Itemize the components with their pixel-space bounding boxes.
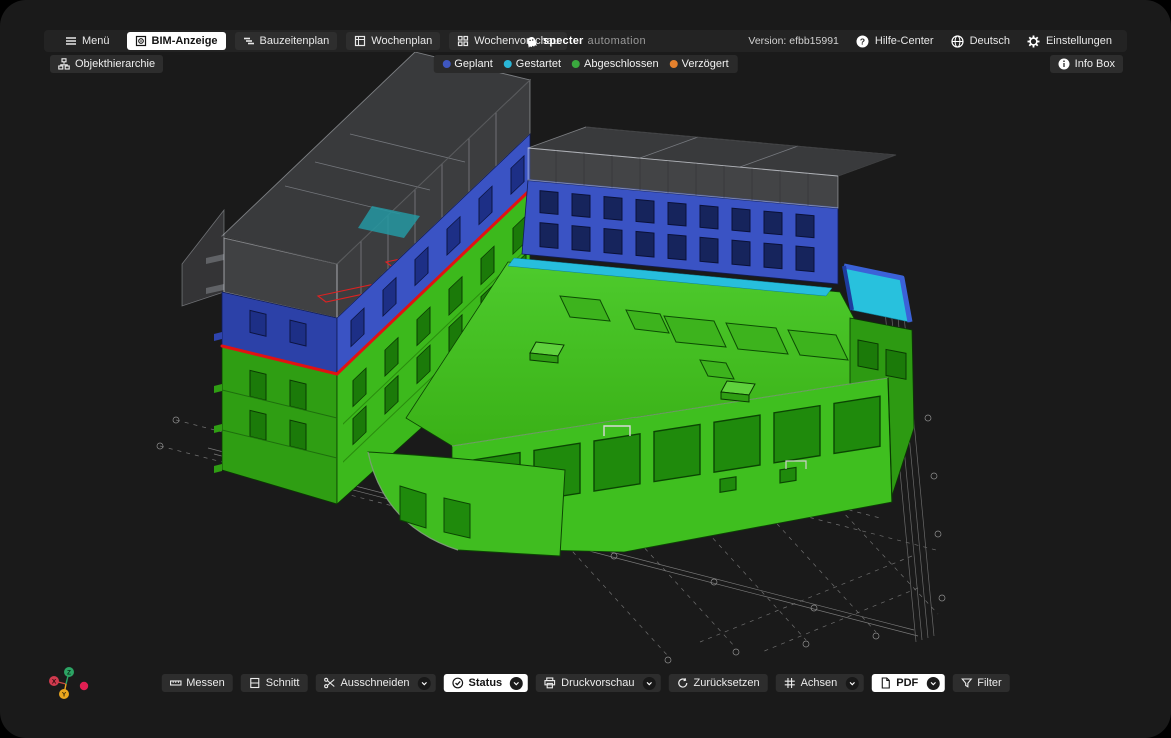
status-check-icon [452, 677, 464, 689]
measure-button[interactable]: Messen [161, 674, 233, 692]
help-icon: ? [856, 35, 869, 48]
legend-item-geplant: Geplant [442, 58, 493, 70]
section-label: Schnitt [266, 677, 300, 689]
status-button[interactable]: Status [444, 674, 529, 692]
object-hierarchy-button[interactable]: Objekthierarchie [50, 55, 163, 73]
tab-label: Wochenplan [371, 35, 432, 47]
app-window: Menü BIM-Anzeige Bauzeitenplan [0, 0, 1171, 738]
status-label: Status [469, 677, 503, 689]
pdf-file-icon [879, 677, 891, 689]
language-button[interactable]: Deutsch [951, 35, 1010, 48]
status-expand-button[interactable] [510, 677, 523, 690]
week-preview-icon [457, 35, 469, 47]
chevron-down-icon [847, 679, 856, 688]
print-preview-expand-button[interactable] [643, 677, 656, 690]
filter-icon [960, 677, 972, 689]
geplant-label: Geplant [454, 58, 493, 70]
orientation-gizmo[interactable]: X Z Y [42, 660, 94, 711]
cut-expand-button[interactable] [418, 677, 431, 690]
pdf-label: PDF [896, 677, 918, 689]
tab-wochenplan[interactable]: Wochenplan [346, 32, 440, 50]
hamburger-icon [65, 35, 77, 47]
filter-label: Filter [977, 677, 1001, 689]
top-navbar: Menü BIM-Anzeige Bauzeitenplan [44, 30, 1127, 52]
reset-button[interactable]: Zurücksetzen [669, 674, 768, 692]
legend-item-gestartet: Gestartet [504, 58, 561, 70]
hierarchy-icon [58, 58, 70, 70]
measure-label: Messen [186, 677, 225, 689]
viewer-toolbar: Messen Schnitt Ausschneiden [161, 674, 1009, 692]
gizmo-z-label: Z [67, 669, 71, 676]
info-box-label: Info Box [1075, 58, 1115, 70]
chevron-down-icon [928, 679, 937, 688]
axes-label: Achsen [801, 677, 838, 689]
axes-button[interactable]: Achsen [776, 674, 864, 692]
legend-item-abgeschlossen: Abgeschlossen [572, 58, 659, 70]
brand-suffix: automation [588, 35, 646, 47]
verzoegert-dot [670, 60, 678, 68]
help-label: Hilfe-Center [875, 35, 934, 47]
menu-button[interactable]: Menü [57, 32, 118, 50]
print-preview-button[interactable]: Druckvorschau [536, 674, 660, 692]
print-preview-label: Druckvorschau [561, 677, 634, 689]
bim-viewport[interactable] [0, 0, 1171, 738]
ghost-icon [525, 35, 537, 48]
cut-button[interactable]: Ausschneiden [315, 674, 435, 692]
ruler-icon [169, 677, 181, 689]
chevron-down-icon [645, 679, 654, 688]
chevron-down-icon [420, 679, 429, 688]
tab-label: BIM-Anzeige [152, 35, 218, 47]
cut-label: Ausschneiden [340, 677, 409, 689]
menu-label: Menü [82, 35, 110, 47]
axes-grid-icon [784, 677, 796, 689]
gear-icon [1027, 35, 1040, 48]
filter-button[interactable]: Filter [952, 674, 1009, 692]
gizmo-x-label: X [52, 678, 57, 685]
axes-expand-button[interactable] [845, 677, 858, 690]
tab-bauzeitenplan[interactable]: Bauzeitenplan [235, 32, 338, 50]
printer-icon [544, 677, 556, 689]
section-button[interactable]: Schnitt [241, 674, 308, 692]
geplant-dot [442, 60, 450, 68]
abgeschlossen-dot [572, 60, 580, 68]
schedule-icon [243, 35, 255, 47]
object-hierarchy-label: Objekthierarchie [75, 58, 155, 70]
help-center-button[interactable]: ? Hilfe-Center [856, 35, 934, 48]
gizmo-y-label: Y [62, 691, 67, 698]
pdf-expand-button[interactable] [926, 677, 939, 690]
gizmo-extra-node[interactable] [80, 682, 88, 690]
info-icon [1058, 58, 1070, 70]
tab-bim-anzeige[interactable]: BIM-Anzeige [127, 32, 226, 50]
info-box-button[interactable]: Info Box [1050, 55, 1123, 73]
gestartet-dot [504, 60, 512, 68]
settings-label: Einstellungen [1046, 35, 1112, 47]
verzoegert-label: Verzögert [682, 58, 729, 70]
language-label: Deutsch [970, 35, 1010, 47]
globe-icon [951, 35, 964, 48]
svg-text:?: ? [860, 36, 865, 46]
scissors-icon [323, 677, 335, 689]
pdf-button[interactable]: PDF [871, 674, 944, 692]
abgeschlossen-label: Abgeschlossen [584, 58, 659, 70]
tab-label: Bauzeitenplan [260, 35, 330, 47]
gestartet-label: Gestartet [516, 58, 561, 70]
bim-model-canvas [0, 0, 1171, 738]
legend-item-verzoegert: Verzögert [670, 58, 729, 70]
week-table-icon [354, 35, 366, 47]
brand-logo: specter automation [525, 35, 646, 48]
version-label: Version: efbb15991 [748, 35, 839, 47]
model-terrace-cyan [844, 266, 910, 322]
settings-button[interactable]: Einstellungen [1027, 35, 1112, 48]
reset-icon [677, 677, 689, 689]
bim-viewer-icon [135, 35, 147, 47]
chevron-down-icon [512, 679, 521, 688]
section-icon [249, 677, 261, 689]
reset-label: Zurücksetzen [694, 677, 760, 689]
status-legend: Geplant Gestartet Abgeschlossen Verzöger… [433, 55, 737, 73]
brand-name: specter [543, 35, 584, 47]
